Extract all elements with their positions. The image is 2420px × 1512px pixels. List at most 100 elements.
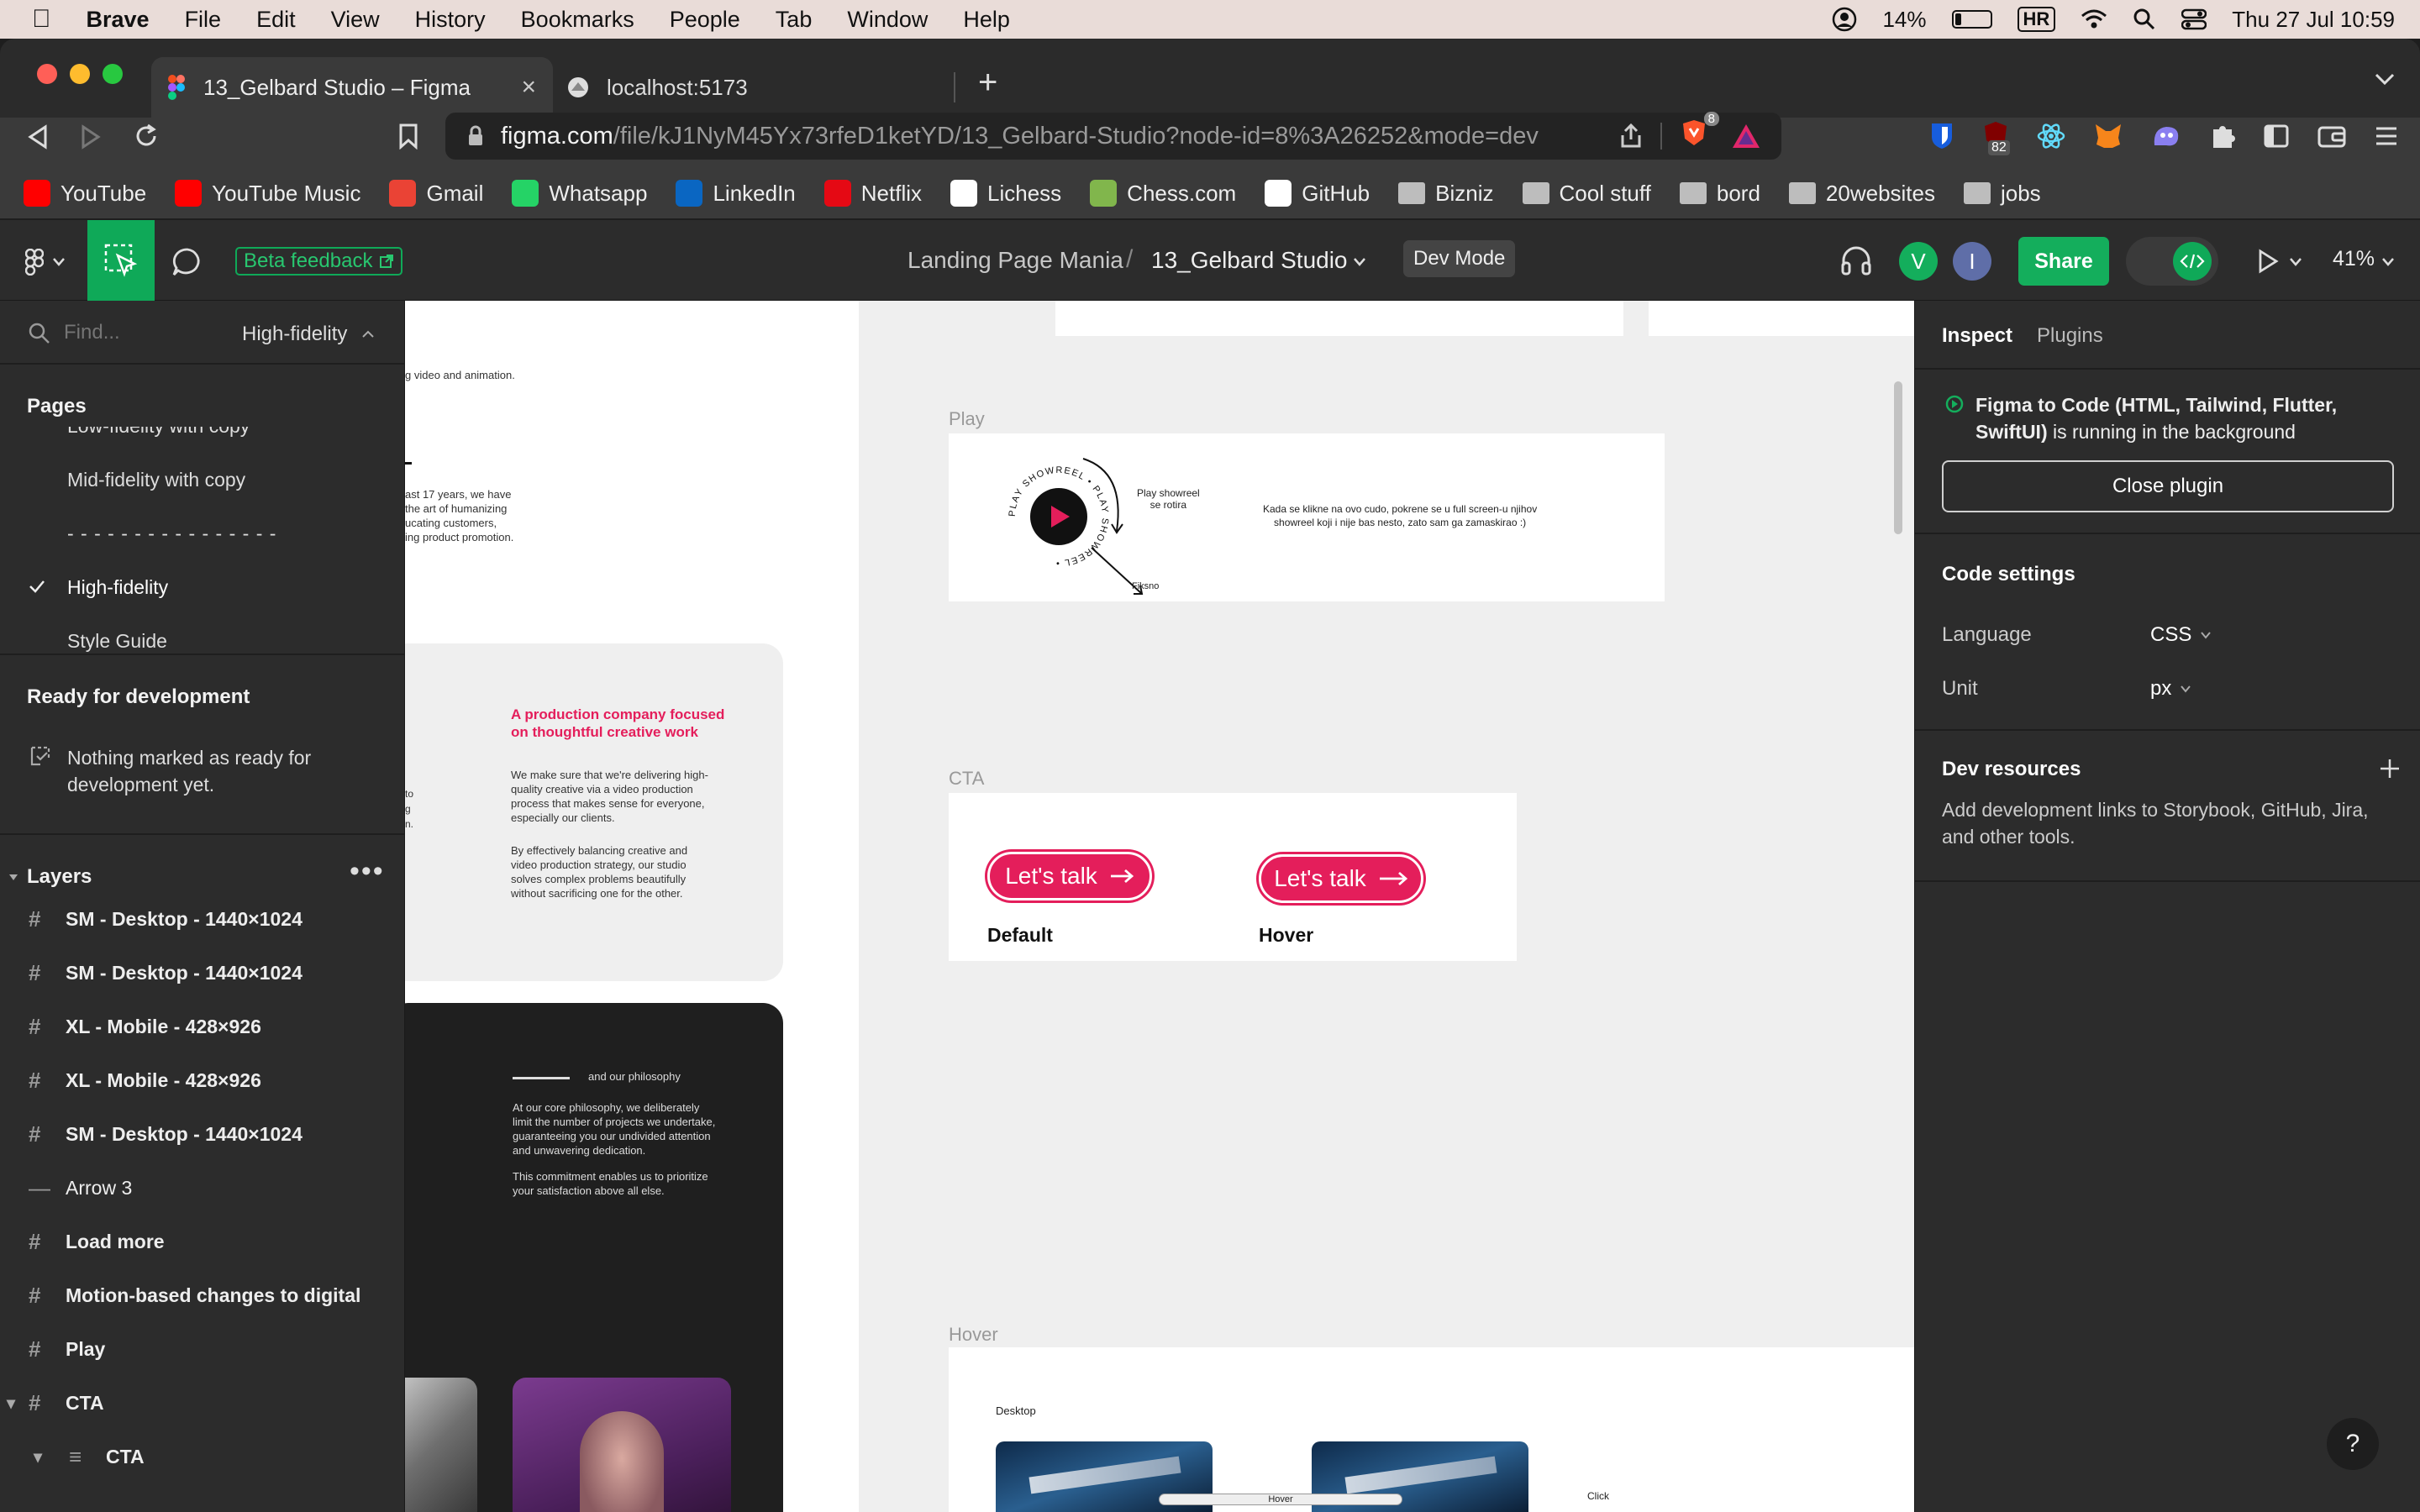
caret-down-icon[interactable]: ▾ (34, 1446, 42, 1467)
bookmark-youtube[interactable]: YouTube (24, 180, 146, 207)
ublock-icon[interactable]: 82 (1983, 120, 2010, 155)
tab-inspect[interactable]: Inspect (1942, 324, 2012, 348)
user-account-icon[interactable] (1832, 7, 1857, 32)
menu-help[interactable]: Help (963, 7, 1010, 33)
dev-mode-toggle[interactable] (2126, 237, 2218, 286)
layer-item[interactable]: ▾ ≡ CTA (0, 1430, 404, 1483)
menu-app-name[interactable]: Brave (87, 7, 150, 33)
avatar-i[interactable]: I (1953, 242, 1991, 281)
close-window-button[interactable] (37, 64, 57, 84)
brave-rewards-icon[interactable] (1731, 123, 1761, 150)
bookmark-cool-stuff[interactable]: Cool stuff (1522, 181, 1651, 207)
minimize-window-button[interactable] (70, 64, 90, 84)
play-frame[interactable]: PLAY SHOWREEL • PLAY SHOWREEL • Play sho… (949, 433, 1665, 601)
file-name[interactable]: 13_Gelbard Studio (1151, 247, 1348, 274)
menu-history[interactable]: History (415, 7, 486, 33)
apple-icon[interactable]:  (32, 5, 51, 34)
bookmark-netflix[interactable]: Netflix (823, 180, 922, 207)
present-chevron-icon[interactable] (2289, 257, 2302, 267)
project-name[interactable]: Landing Page Mania (908, 247, 1123, 274)
beta-feedback-button[interactable]: Beta feedback (235, 247, 403, 276)
bookmark-bizniz[interactable]: Bizniz (1398, 181, 1494, 207)
page-item-style-guide[interactable]: Style Guide (67, 630, 167, 653)
layer-item[interactable]: # Load more (0, 1215, 404, 1268)
comment-icon[interactable] (171, 247, 203, 277)
find-input[interactable] (64, 318, 207, 348)
page-item-mid-fidelity[interactable]: Mid-fidelity with copy (67, 469, 245, 491)
extensions-puzzle-icon[interactable] (2210, 123, 2235, 150)
frame-label-cta[interactable]: CTA (949, 768, 984, 790)
frame-top-edge-right[interactable] (1649, 301, 1914, 336)
close-plugin-button[interactable]: Close plugin (1942, 460, 2394, 512)
reload-icon[interactable] (133, 123, 160, 150)
tab-search-chevron-icon[interactable] (2375, 72, 2395, 86)
maximize-window-button[interactable] (103, 64, 123, 84)
bookmark-lichess[interactable]: Lichess (950, 180, 1061, 207)
menu-file[interactable]: File (185, 7, 222, 33)
browser-menu-icon[interactable] (2375, 125, 2398, 147)
react-devtools-icon[interactable] (2037, 122, 2065, 150)
bookmark-bord[interactable]: bord (1679, 181, 1760, 207)
unit-select[interactable]: px (2150, 677, 2191, 701)
add-dev-resource-icon[interactable] (2379, 758, 2401, 780)
file-menu-chevron-icon[interactable] (1353, 257, 1366, 267)
sidebar-toggle-icon[interactable] (2264, 124, 2289, 148)
caret-down-icon[interactable]: ▾ (7, 1393, 15, 1414)
tab-plugins[interactable]: Plugins (2037, 324, 2103, 348)
cta-button-hover[interactable]: Let's talk (1259, 854, 1423, 903)
zoom-chevron-icon[interactable] (2381, 257, 2395, 267)
image-thumbnail-machinery[interactable] (405, 1378, 477, 1512)
bookmark-whatsapp[interactable]: Whatsapp (512, 180, 647, 207)
layer-item[interactable]: — Arrow 3 (0, 1161, 404, 1215)
layer-item[interactable]: # SM - Desktop - 1440×1024 (0, 892, 404, 946)
layer-item[interactable]: # XL - Mobile - 428×926 (0, 1053, 404, 1107)
layer-item[interactable]: # Play (0, 1322, 404, 1376)
close-tab-icon[interactable]: × (521, 73, 536, 102)
new-tab-icon[interactable]: + (978, 64, 997, 102)
frame-label-hover[interactable]: Hover (949, 1324, 998, 1346)
bookmark-gmail[interactable]: Gmail (389, 180, 483, 207)
page-item-separator[interactable]: - - - - - - - - - - - - - - - - (67, 522, 276, 545)
caret-down-icon[interactable] (8, 872, 18, 882)
info-card[interactable]: to g n. A production company focused on tho… (405, 643, 783, 981)
tab-figma[interactable]: 13_Gelbard Studio – Figma × (151, 57, 553, 118)
page-item-low-fidelity[interactable]: Low-fidelity with copy (67, 427, 250, 438)
layer-item[interactable]: # Motion-based changes to digital (0, 1268, 404, 1322)
zoom-level[interactable]: 41% (2333, 247, 2375, 271)
page-item-high-fidelity[interactable]: High-fidelity (67, 576, 168, 599)
chevron-down-icon[interactable] (52, 257, 66, 267)
menu-view[interactable]: View (331, 7, 380, 33)
bookmark-page-icon[interactable] (398, 123, 418, 150)
language-select[interactable]: CSS (2150, 623, 2212, 647)
figma-main-menu-icon[interactable] (25, 249, 44, 276)
extension-ghost-icon[interactable] (2151, 123, 2181, 149)
dev-mode-badge[interactable]: Dev Mode (1403, 240, 1516, 277)
metamask-icon[interactable] (2094, 123, 2123, 150)
bookmark-youtube-music[interactable]: YouTube Music (175, 180, 360, 207)
current-page-select[interactable]: High-fidelity (242, 323, 347, 346)
control-center-icon[interactable] (2181, 8, 2207, 30)
tab-localhost[interactable]: localhost:5173 (556, 57, 951, 118)
spotlight-search-icon[interactable] (2133, 8, 2156, 31)
menu-people[interactable]: People (670, 7, 740, 33)
layer-item[interactable]: ▾ # CTA (0, 1376, 404, 1430)
present-play-icon[interactable] (2257, 249, 2279, 274)
headphones-icon[interactable] (1840, 245, 1872, 276)
chevron-up-icon[interactable] (361, 330, 375, 339)
layer-item[interactable]: # SM - Desktop - 1440×1024 (0, 1107, 404, 1161)
battery-icon[interactable] (1951, 10, 1992, 29)
wifi-icon[interactable] (2081, 8, 2107, 30)
share-button[interactable]: Share (2018, 237, 2109, 286)
bookmark-jobs[interactable]: jobs (1963, 181, 2041, 207)
menu-tab[interactable]: Tab (776, 7, 813, 33)
address-bar[interactable]: figma.com/file/kJ1NyM45Yx73rfeD1ketYD/13… (445, 112, 1781, 160)
bookmark-github[interactable]: GitHub (1265, 180, 1370, 207)
inspect-tool-button[interactable] (87, 220, 155, 301)
avatar-v[interactable]: V (1899, 242, 1938, 281)
bitwarden-icon[interactable] (1929, 122, 1954, 150)
menu-window[interactable]: Window (847, 7, 928, 33)
more-options-icon[interactable]: ••• (350, 855, 385, 888)
lock-icon[interactable] (467, 125, 484, 147)
canvas-scrollbar[interactable] (1894, 381, 1902, 534)
hover-frame[interactable]: Desktop Hover Click (949, 1347, 1914, 1512)
